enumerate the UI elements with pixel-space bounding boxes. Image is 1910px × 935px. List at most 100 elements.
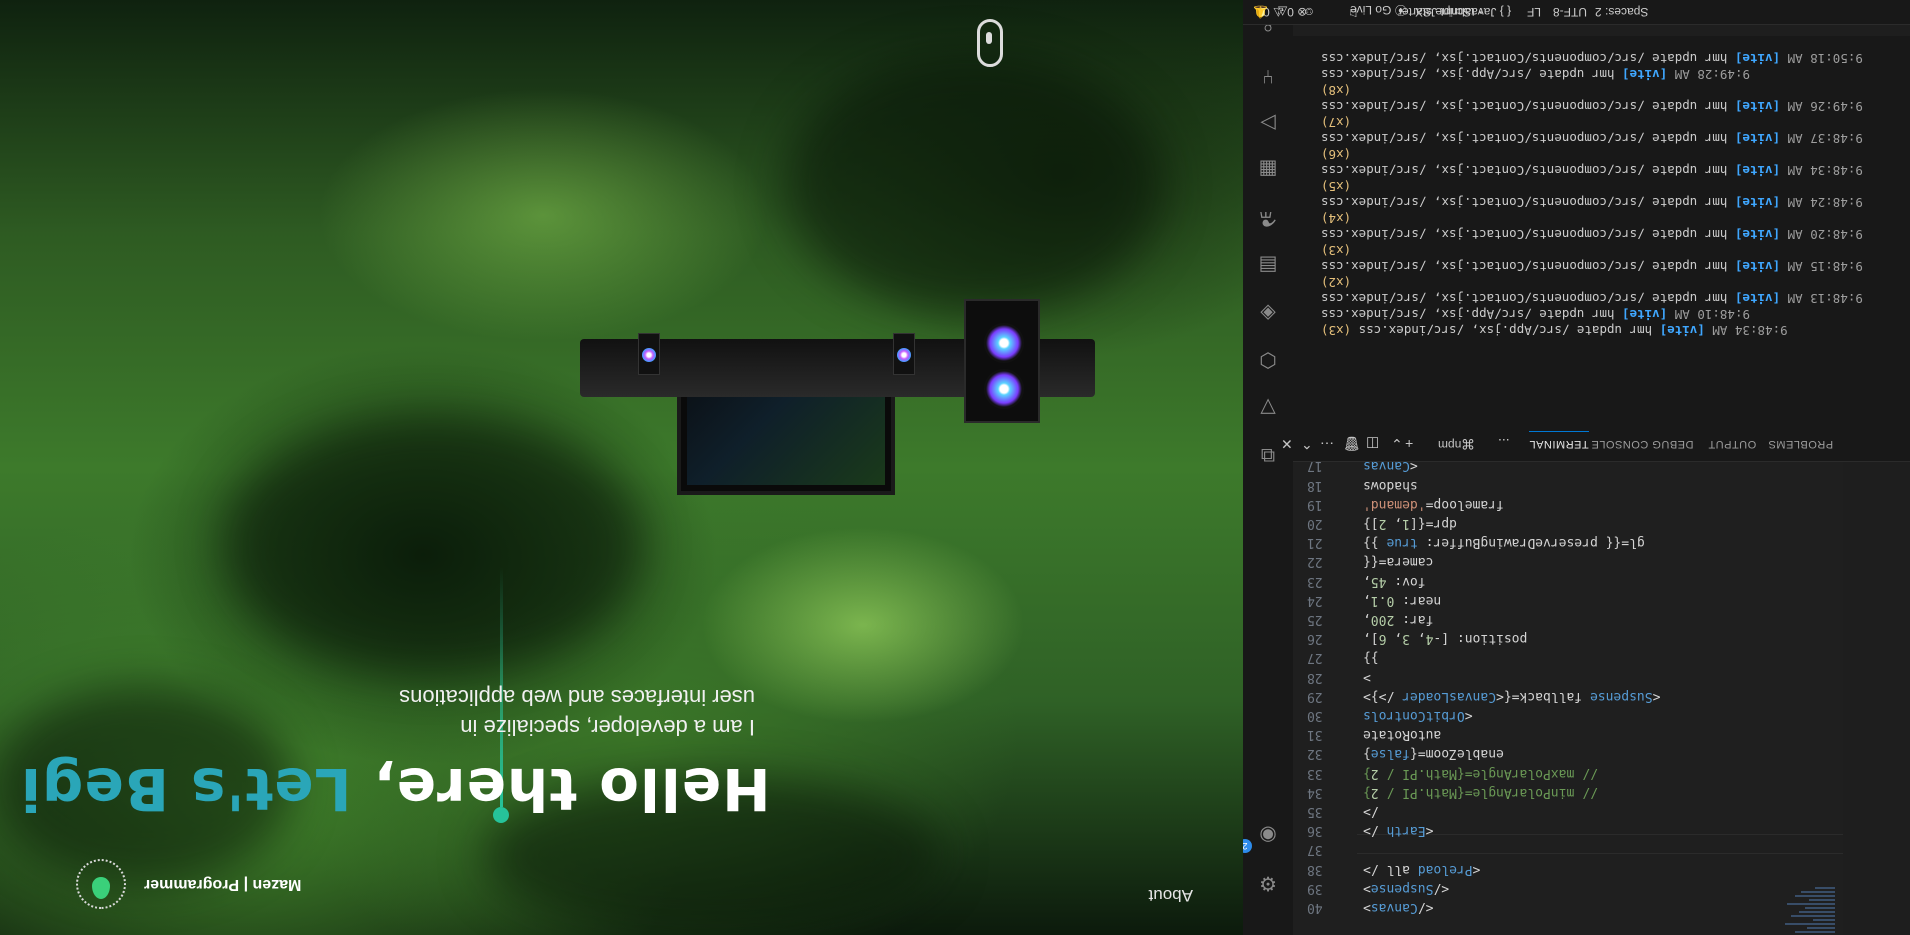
go-live-label: Go Live: [1350, 3, 1392, 17]
copilot-status-icon[interactable]: ☺: [1303, 5, 1315, 19]
code-line[interactable]: far: 200,: [1363, 612, 1843, 627]
line-number: 24: [1307, 592, 1323, 608]
code-line[interactable]: />: [1363, 804, 1843, 819]
headline-greeting: Hello there,: [351, 755, 771, 823]
line-number: 30: [1307, 708, 1323, 723]
terminal-line: (x2): [1321, 275, 1352, 290]
code-editor[interactable]: 40 39 38 37 36 35 34 33 32 31 30 29 28 27 26 25 24 23 22 21…: [1293, 343, 1843, 935]
ellipsis-icon[interactable]: ⋯: [1320, 435, 1334, 452]
code-line[interactable]: <Suspense fallback={<CanvasLoader />}>: [1363, 689, 1843, 704]
line-number: 22: [1307, 554, 1323, 570]
brand-logo-icon: [70, 853, 132, 915]
line-number: 23: [1307, 573, 1323, 589]
flask-icon[interactable]: ⚗: [1256, 206, 1280, 230]
language-mode-status[interactable]: { } JavaScript JSX: [1415, 5, 1511, 19]
line-number: 31: [1307, 727, 1323, 743]
accounts-icon[interactable]: ◉ 2: [1238, 823, 1280, 853]
more-actions-icon[interactable]: ...: [1498, 436, 1510, 452]
code-line[interactable]: camera={{: [1363, 554, 1843, 569]
split-terminal-icon[interactable]: ◫: [1366, 435, 1379, 452]
code-line[interactable]: <Preload all />: [1363, 862, 1843, 877]
indentation-status[interactable]: Spaces: 2: [1595, 5, 1648, 19]
3d-desk-setup[interactable]: [580, 265, 1095, 515]
eol-status[interactable]: LF: [1527, 5, 1541, 19]
terminal-line: 9:50:18 AM [vite] hmr update /src/compon…: [1321, 51, 1863, 66]
line-number: 37: [1307, 842, 1323, 858]
extensions-icon[interactable]: ▦: [1256, 157, 1280, 181]
run-debug-icon[interactable]: ▷: [1256, 111, 1280, 135]
error-count: 0: [1287, 5, 1294, 19]
code-line[interactable]: shadows: [1363, 478, 1843, 493]
code-line[interactable]: dpr={[1, 2]}: [1363, 516, 1843, 531]
scroll-down-mouse-icon[interactable]: [977, 19, 1003, 67]
code-line[interactable]: <OrbitControls: [1363, 708, 1843, 723]
brand-logo-link[interactable]: Mazen | Programmer: [70, 853, 301, 915]
tab-terminal[interactable]: TERMINAL: [1529, 431, 1589, 450]
terminal-line: 9:48:10 AM [vite] hmr update /src/App.js…: [1321, 307, 1750, 322]
subtext-line-2: user interfaces and web applications: [399, 685, 755, 710]
line-number: 28: [1307, 669, 1323, 685]
code-line[interactable]: >: [1363, 670, 1843, 685]
line-number: 27: [1307, 650, 1323, 666]
hero-subtext: I am a developer, specialize in user int…: [295, 682, 755, 742]
code-line[interactable]: <Earth />: [1363, 823, 1843, 838]
hero-headline: Hello there, Let's Begi: [20, 755, 771, 823]
terminal-output[interactable]: 9:48:34 AM [vite] hmr update /src/App.js…: [1293, 36, 1910, 426]
terminal-line: 9:48:15 AM [vite] hmr update /src/compon…: [1321, 259, 1863, 274]
python-icon[interactable]: ◈: [1256, 301, 1280, 325]
terminal-line: (x6): [1321, 147, 1352, 162]
tab-debug-console[interactable]: DEBUG CONSOLE: [1591, 438, 1693, 450]
terminal-icon: ⌘: [1461, 436, 1475, 452]
code-line[interactable]: // maxPolarAngle={Math.PI / 2}: [1363, 766, 1843, 781]
new-terminal-icon[interactable]: +: [1405, 436, 1413, 452]
nav-link-about[interactable]: About: [1149, 885, 1193, 905]
code-line[interactable]: enableZoom={false}: [1363, 746, 1843, 761]
code-line[interactable]: </Suspense>: [1363, 881, 1843, 896]
settings-gear-icon[interactable]: ⚙: [1256, 871, 1280, 895]
code-line[interactable]: gl={{ preserveDrawingBuffer: true }}: [1363, 535, 1843, 550]
case-fan-icon: [984, 369, 1024, 409]
close-panel-icon[interactable]: ✕: [1281, 435, 1293, 452]
code-line[interactable]: autoRotate: [1363, 727, 1843, 742]
status-bar: ⊗ 0 ⚠ 0 ◔ tabnine starter ⚐ Spaces: 2 UT…: [1243, 0, 1910, 25]
tab-problems[interactable]: PROBLEMS: [1768, 438, 1833, 450]
terminal-line: (x7): [1321, 115, 1352, 130]
trash-icon[interactable]: 🗑: [1343, 435, 1361, 452]
line-number: 33: [1307, 765, 1323, 781]
go-live-status[interactable]: ⦿ Go Live: [1350, 2, 1407, 19]
terminal-name[interactable]: npm: [1438, 438, 1461, 452]
tab-output[interactable]: OUTPUT: [1708, 438, 1756, 450]
copy-icon[interactable]: ⧉: [1256, 443, 1280, 467]
encoding-status[interactable]: UTF-8: [1553, 5, 1587, 19]
terminal-line: (x8): [1321, 83, 1352, 98]
terminal-line: 9:48:37 AM [vite] hmr update /src/compon…: [1321, 131, 1863, 146]
source-control-icon[interactable]: ⑂: [1256, 64, 1280, 88]
line-number: 21: [1307, 535, 1323, 551]
subtext-line-1: I am a developer, specialize in: [460, 715, 755, 740]
pc-case: [964, 299, 1040, 423]
code-line[interactable]: </Canvas>: [1363, 900, 1843, 915]
code-line[interactable]: fov: 45,: [1363, 574, 1843, 589]
code-line[interactable]: }}: [1363, 650, 1843, 665]
cube-icon[interactable]: ⬡: [1256, 348, 1280, 372]
code-line[interactable]: near: 0.1,: [1363, 593, 1843, 608]
feedback-icon[interactable]: ◬: [1278, 5, 1287, 19]
chevron-down-icon[interactable]: ⌄: [1391, 435, 1403, 452]
code-line[interactable]: position: [-4, 3, 6],: [1363, 631, 1843, 646]
notifications-bell-icon[interactable]: 🔔: [1253, 5, 1268, 19]
panel-tab-bar: PROBLEMS OUTPUT DEBUG CONSOLE TERMINAL .…: [1281, 425, 1910, 462]
code-line[interactable]: frameloop='demand': [1363, 497, 1843, 512]
line-number: 39: [1307, 880, 1323, 896]
maximize-panel-icon[interactable]: ⌃: [1301, 435, 1313, 452]
terminal-line: 9:49:26 AM [vite] hmr update /src/compon…: [1321, 99, 1863, 114]
line-number: 19: [1307, 496, 1323, 512]
terminal-line: 9:49:28 AM [vite] hmr update /src/App.js…: [1321, 67, 1750, 82]
vite-icon[interactable]: ▽: [1256, 395, 1280, 419]
terminal-line: (x3): [1321, 243, 1352, 258]
terminal-line: 9:48:34 AM [vite] hmr update /src/App.js…: [1321, 323, 1788, 338]
line-number: 25: [1307, 612, 1323, 627]
remote-explorer-icon[interactable]: ▤: [1256, 253, 1280, 277]
headline-accent: Let's Begi: [20, 755, 352, 823]
code-line[interactable]: // minPolarAngle={Math.PI / 2}: [1363, 785, 1843, 800]
terminal-line: 9:48:34 AM [vite] hmr update /src/compon…: [1321, 163, 1863, 178]
